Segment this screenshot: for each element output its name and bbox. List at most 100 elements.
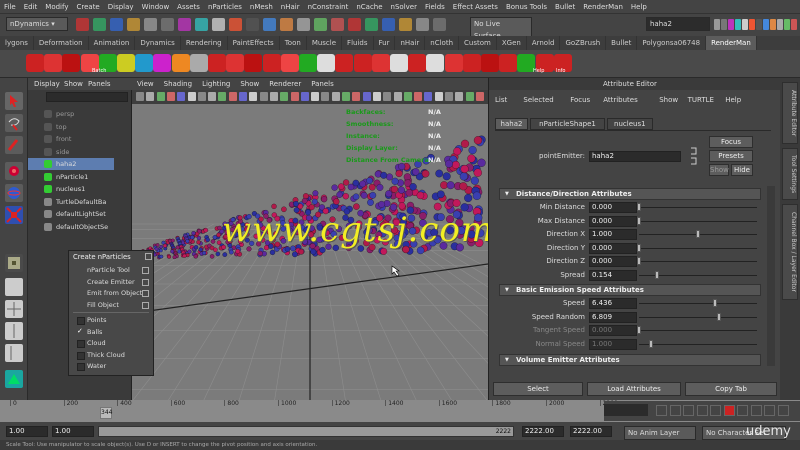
menu-window[interactable]: Window	[138, 0, 174, 14]
viewport-menu-lighting[interactable]: Lighting	[197, 78, 235, 90]
attr-slider-handle[interactable]	[637, 203, 641, 211]
show-button[interactable]: Show	[709, 164, 729, 176]
menu-create[interactable]: Create	[72, 0, 103, 14]
shelf-camera-icon[interactable]	[262, 54, 281, 72]
outliner-item-defaultobjectse[interactable]: defaultObjectSe	[28, 221, 114, 233]
layout-four-pane-icon[interactable]	[5, 300, 23, 318]
focus-button[interactable]: Focus	[709, 136, 753, 148]
shelf-tab-rendering[interactable]: Rendering	[181, 36, 228, 50]
shelf-grid-icon[interactable]	[189, 54, 208, 72]
playback-button-icon[interactable]	[723, 405, 735, 416]
outliner-item-front[interactable]: front	[28, 133, 114, 145]
attr-slider-track[interactable]	[639, 303, 757, 304]
status-tool-icon[interactable]	[280, 18, 293, 31]
playback-button-icon[interactable]	[656, 405, 667, 416]
viewport-tool-icon[interactable]	[465, 92, 474, 101]
viewport-tool-icon[interactable]	[269, 92, 278, 101]
attr-slider-track[interactable]	[639, 247, 757, 249]
paint-select-tool-icon[interactable]	[5, 136, 23, 154]
status-tool-icon[interactable]	[144, 18, 157, 31]
viewport-tool-icon[interactable]	[362, 92, 371, 101]
menu-effect-assets[interactable]: Effect Assets	[449, 0, 502, 14]
outliner-menu-panels[interactable]: Panels	[88, 80, 111, 88]
viewport-tool-icon[interactable]	[259, 92, 268, 101]
ae-menu-help[interactable]: Help	[725, 96, 741, 104]
attr-slider-track[interactable]	[639, 316, 757, 318]
menu-item-fill-object[interactable]: Fill Object	[87, 300, 119, 310]
viewport-tool-icon[interactable]	[455, 92, 464, 101]
ae-tab-nucleus1[interactable]: nucleus1	[607, 118, 653, 130]
viewport-tool-icon[interactable]	[208, 92, 217, 101]
scale-tool-icon[interactable]	[5, 206, 23, 224]
viewport-tool-icon[interactable]	[372, 92, 381, 101]
shelf-tab-bullet[interactable]: Bullet	[606, 36, 638, 50]
option-box-icon[interactable]	[142, 267, 149, 274]
status-tool-icon[interactable]	[161, 18, 174, 31]
attr-slider-handle[interactable]	[712, 299, 717, 307]
shelf-key-icon[interactable]	[390, 54, 408, 72]
attr-value-field[interactable]: 1.000	[589, 338, 637, 350]
side-tab-channel-box[interactable]: Channel Box / Layer Editor	[782, 204, 798, 300]
status-tool-icon[interactable]	[365, 18, 378, 31]
select-tool-icon[interactable]	[5, 92, 23, 110]
menu-bullet[interactable]: Bullet	[551, 0, 579, 14]
viewport-tool-icon[interactable]	[156, 92, 165, 101]
menu-help[interactable]: Help	[627, 0, 651, 14]
outliner-menu-display[interactable]: Display	[34, 80, 60, 88]
shelf-tab-arnold[interactable]: Arnold	[527, 36, 561, 50]
shelf-box-icon[interactable]	[371, 54, 390, 72]
shelf-sun-icon[interactable]	[171, 54, 190, 72]
viewport-tool-icon[interactable]	[177, 92, 186, 101]
input-output-connection-icon[interactable]	[689, 146, 699, 166]
viewport-tool-icon[interactable]	[475, 92, 484, 101]
attr-value-field[interactable]: 0.000	[589, 256, 637, 267]
particle-type-thick-cloud[interactable]: Thick Cloud	[77, 350, 125, 360]
viewport-tool-icon[interactable]	[146, 92, 155, 101]
layout-outliner-pane-icon[interactable]	[5, 344, 23, 362]
playback-start-field[interactable]: 1.00	[52, 426, 94, 437]
status-tool-icon[interactable]	[399, 18, 412, 31]
shelf-tab-fluids[interactable]: Fluids	[342, 36, 374, 50]
status-render-icon[interactable]	[777, 19, 783, 30]
particle-type-balls[interactable]: Balls	[77, 326, 103, 337]
shelf-pin-icon[interactable]	[353, 54, 372, 72]
ae-menu-turtle[interactable]: TURTLE	[688, 96, 714, 104]
attr-value-field[interactable]: 0.000	[589, 242, 637, 254]
shelf-chain-icon[interactable]	[444, 54, 463, 72]
viewport-tool-icon[interactable]	[136, 92, 144, 101]
attr-slider-track[interactable]	[639, 343, 757, 345]
playback-button-icon[interactable]	[696, 405, 708, 416]
shelf-light-icon[interactable]	[153, 54, 172, 72]
viewport-tool-icon[interactable]	[166, 92, 175, 101]
shelf-help-icon[interactable]	[499, 54, 518, 72]
menu-nparticles[interactable]: nParticles	[204, 0, 246, 14]
attr-slider-handle[interactable]	[637, 243, 641, 252]
status-tool-icon[interactable]	[348, 18, 361, 31]
shelf-script-icon[interactable]	[426, 54, 445, 72]
start-time-field[interactable]: 1.00	[6, 426, 48, 437]
status-render-icon[interactable]	[763, 19, 769, 30]
shelf-link-icon[interactable]	[462, 54, 481, 72]
viewport-tool-icon[interactable]	[311, 92, 320, 101]
status-tool-icon[interactable]	[178, 18, 191, 31]
shelf-sphere-icon[interactable]	[135, 54, 154, 72]
viewport-tool-icon[interactable]	[414, 92, 423, 101]
option-box-icon[interactable]	[142, 301, 149, 309]
shelf-tab-gozbrush[interactable]: GoZBrush	[560, 36, 607, 50]
shelf-tab-muscle[interactable]: Muscle	[307, 36, 343, 50]
ae-menu-list[interactable]: List	[495, 96, 507, 104]
shelf-pattern-icon[interactable]	[208, 54, 226, 72]
attr-slider-handle[interactable]	[648, 339, 653, 348]
menu-file[interactable]: File	[0, 0, 20, 14]
viewport-tool-icon[interactable]	[187, 92, 196, 101]
status-tool-icon[interactable]	[212, 18, 225, 31]
layout-graph-icon[interactable]	[5, 370, 23, 388]
option-box-icon[interactable]	[142, 290, 149, 297]
range-slider[interactable]: 2222	[98, 426, 514, 437]
ae-tab-nparticleshape1[interactable]: nParticleShape1	[530, 118, 605, 130]
status-render-icon[interactable]	[791, 19, 797, 30]
viewport-tool-icon[interactable]	[239, 92, 247, 101]
menu-fields[interactable]: Fields	[421, 0, 449, 14]
viewport-tool-icon[interactable]	[342, 92, 350, 101]
shelf-tab-polygonsa06748[interactable]: Polygonsa06748	[637, 36, 707, 50]
